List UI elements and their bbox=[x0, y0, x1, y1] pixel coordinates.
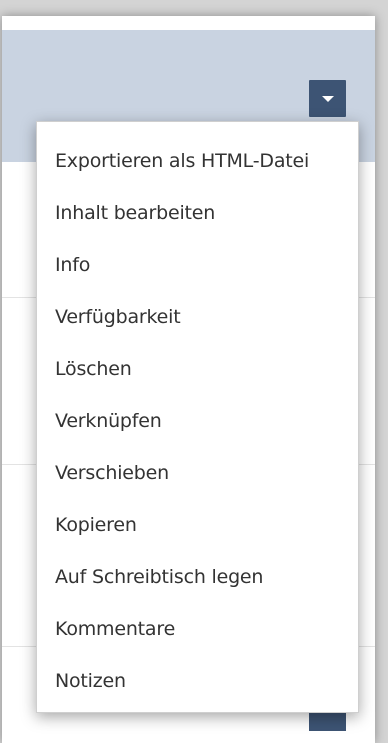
menu-item-delete[interactable]: Löschen bbox=[37, 343, 358, 395]
menu-item-availability[interactable]: Verfügbarkeit bbox=[37, 291, 358, 343]
actions-dropdown-button[interactable] bbox=[309, 80, 346, 117]
menu-item-info[interactable]: Info bbox=[37, 239, 358, 291]
menu-item-add-to-desktop[interactable]: Auf Schreibtisch legen bbox=[37, 551, 358, 603]
caret-down-icon bbox=[321, 95, 334, 102]
actions-dropdown-menu: Exportieren als HTML-Datei Inhalt bearbe… bbox=[36, 121, 359, 713]
menu-item-comments[interactable]: Kommentare bbox=[37, 603, 358, 655]
menu-item-move[interactable]: Verschieben bbox=[37, 447, 358, 499]
menu-item-notes[interactable]: Notizen bbox=[37, 655, 358, 707]
menu-item-copy[interactable]: Kopieren bbox=[37, 499, 358, 551]
menu-item-edit-content[interactable]: Inhalt bearbeiten bbox=[37, 187, 358, 239]
menu-item-export-html[interactable]: Exportieren als HTML-Datei bbox=[37, 135, 358, 187]
menu-item-link[interactable]: Verknüpfen bbox=[37, 395, 358, 447]
